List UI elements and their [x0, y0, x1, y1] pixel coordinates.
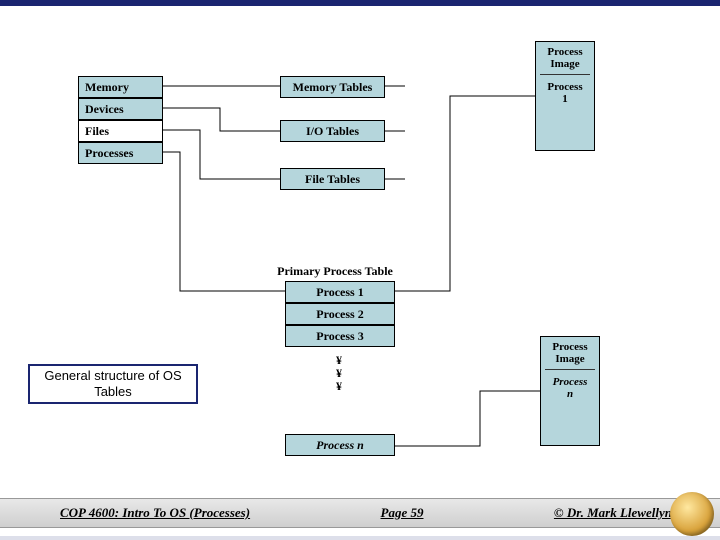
- caption-box: General structure of OS Tables: [28, 364, 198, 404]
- process-image-n: Process Image Process n: [540, 336, 600, 446]
- diagram-area: Memory Devices Files Processes Memory Ta…: [60, 36, 670, 476]
- io-tables-box: I/O Tables: [280, 120, 385, 142]
- left-processes: Processes: [78, 142, 163, 164]
- label: File Tables: [305, 172, 360, 187]
- caption-text: General structure of OS Tables: [30, 368, 196, 399]
- bottom-rule: [0, 536, 720, 540]
- label: I/O Tables: [306, 124, 359, 139]
- left-devices: Devices: [78, 98, 163, 120]
- left-files: Files: [78, 120, 163, 142]
- label: Devices: [85, 102, 124, 117]
- label: Files: [85, 124, 109, 139]
- label: Process 1: [316, 285, 363, 300]
- pi1-header: Process Image: [547, 46, 582, 70]
- pin-sub: Process n: [545, 369, 595, 400]
- process-image-1: Process Image Process 1: [535, 41, 595, 151]
- left-memory: Memory: [78, 76, 163, 98]
- ppt-process-1: Process 1: [285, 281, 395, 303]
- label: Process 2: [316, 307, 363, 322]
- footer-left: COP 4600: Intro To OS (Processes): [60, 505, 250, 521]
- slide: Memory Devices Files Processes Memory Ta…: [0, 0, 720, 540]
- footer-page: Page 59: [381, 505, 424, 521]
- pin-header: Process Image: [552, 341, 587, 365]
- label: Process n: [316, 438, 364, 453]
- ppt-title: Primary Process Table: [275, 264, 395, 279]
- footer-right: © Dr. Mark Llewellyn: [554, 505, 672, 521]
- pi1-sub: Process 1: [540, 74, 590, 105]
- label: Memory Tables: [293, 80, 373, 95]
- ucf-logo-icon: [670, 492, 714, 536]
- label: Memory: [85, 80, 129, 95]
- ppt-process-2: Process 2: [285, 303, 395, 325]
- ppt-process-n: Process n: [285, 434, 395, 456]
- vertical-dots: ¥ ¥ ¥: [324, 354, 354, 394]
- memory-tables-box: Memory Tables: [280, 76, 385, 98]
- label: Process 3: [316, 329, 363, 344]
- footer: COP 4600: Intro To OS (Processes) Page 5…: [0, 498, 720, 528]
- file-tables-box: File Tables: [280, 168, 385, 190]
- label: Processes: [85, 146, 133, 161]
- ppt-process-3: Process 3: [285, 325, 395, 347]
